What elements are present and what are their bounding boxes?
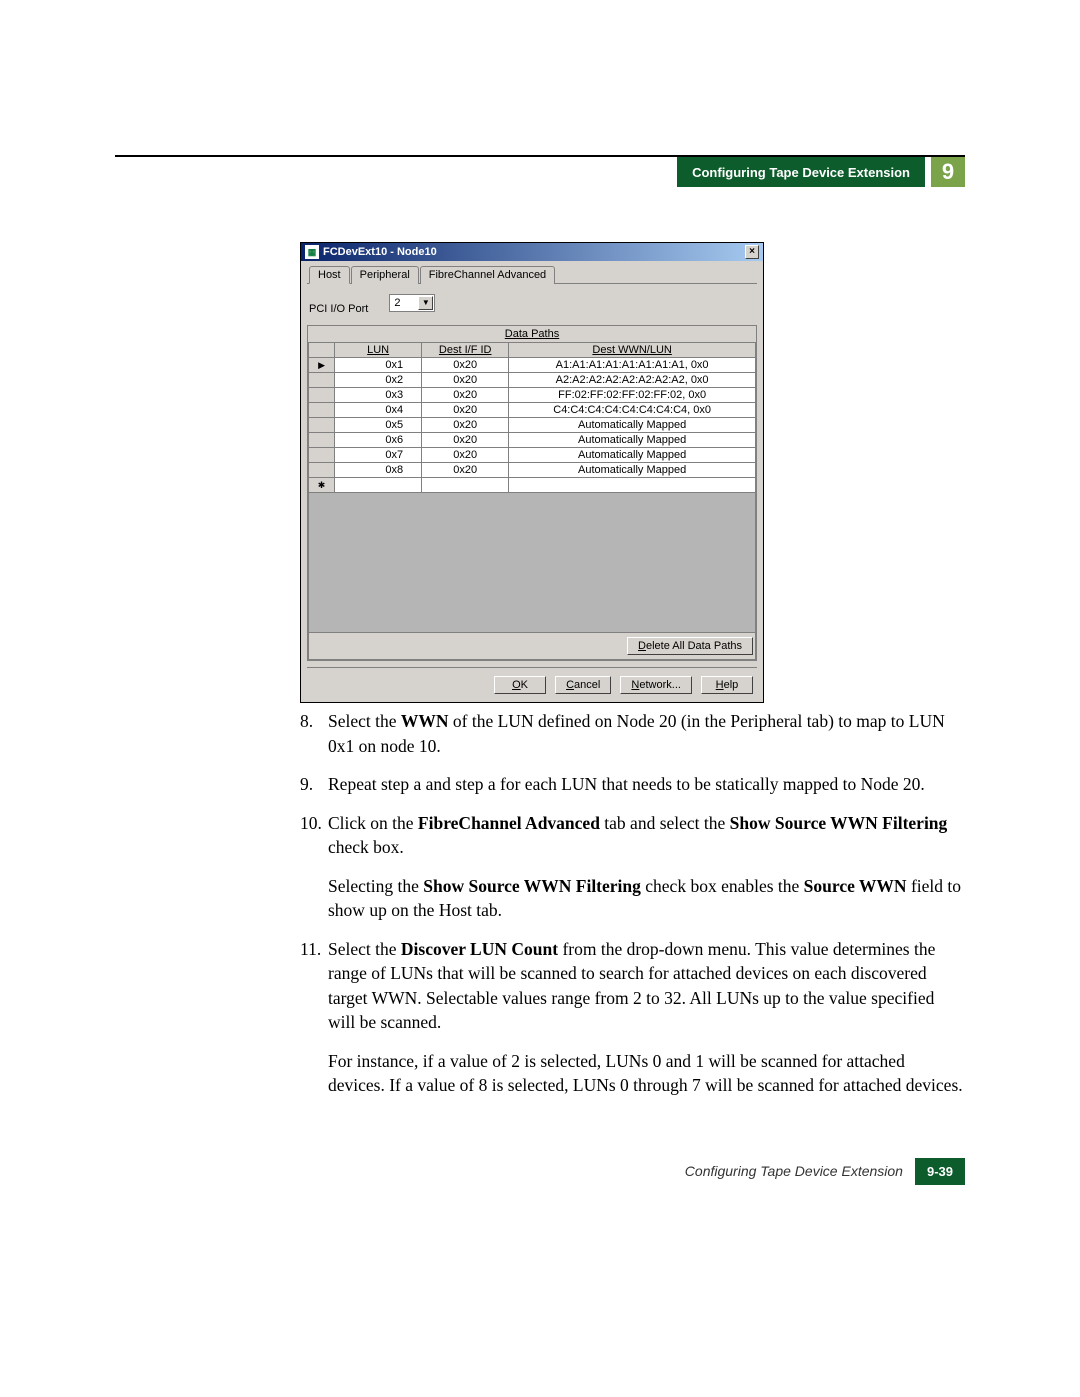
dialog-titlebar: ▦ FCDevExt10 - Node10 × [301, 243, 763, 261]
new-row-icon [309, 478, 335, 493]
pci-port-value: 2 [394, 297, 400, 309]
table-row[interactable]: 0x70x20Automatically Mapped [309, 448, 756, 463]
step-text: Click on the FibreChannel Advanced tab a… [328, 811, 965, 860]
step-number: 10. [300, 811, 328, 923]
page-number: 9-39 [915, 1158, 965, 1185]
table-row[interactable]: 0x80x20Automatically Mapped [309, 463, 756, 478]
tab-fibrechannel-advanced[interactable]: FibreChannel Advanced [420, 266, 555, 284]
step-text: Repeat step a and step a for each LUN th… [328, 772, 925, 797]
step-text: Select the WWN of the LUN defined on Nod… [328, 709, 965, 758]
chevron-down-icon[interactable]: ▼ [418, 296, 433, 310]
pci-port-label: PCI I/O Port [309, 303, 368, 315]
dialog-button-row: OK Cancel Network... Help [307, 667, 757, 696]
step-text: Select the Discover LUN Count from the d… [328, 937, 965, 1035]
dialog-title: FCDevExt10 - Node10 [323, 246, 437, 258]
step-number: 8. [300, 709, 328, 758]
step-10: 10. Click on the FibreChannel Advanced t… [300, 811, 965, 923]
header-chapter-number: 9 [931, 157, 965, 187]
step-number: 11. [300, 937, 328, 1098]
step-8: 8. Select the WWN of the LUN defined on … [300, 709, 965, 758]
close-icon[interactable]: × [745, 245, 759, 259]
step-text: Selecting the Show Source WWN Filtering … [328, 874, 965, 923]
col-dest-wwn-lun: Dest WWN/LUN [509, 343, 756, 358]
table-row[interactable]: 0x10x20A1:A1:A1:A1:A1:A1:A1:A1, 0x0 [309, 358, 756, 373]
table-new-row[interactable] [309, 478, 756, 493]
table-row[interactable]: 0x50x20Automatically Mapped [309, 418, 756, 433]
pci-row: PCI I/O Port 2 ▼ [309, 294, 755, 315]
delete-all-data-paths-button[interactable]: Delete All Data Paths [627, 637, 753, 655]
cancel-button[interactable]: Cancel [555, 676, 611, 694]
tab-row: Host Peripheral FibreChannel Advanced [307, 265, 757, 284]
header-section-title: Configuring Tape Device Extension [677, 157, 925, 187]
table-row[interactable]: 0x20x20A2:A2:A2:A2:A2:A2:A2:A2, 0x0 [309, 373, 756, 388]
dialog-body: Host Peripheral FibreChannel Advanced PC… [301, 261, 763, 702]
tab-peripheral[interactable]: Peripheral [351, 266, 419, 284]
content-block: ▦ FCDevExt10 - Node10 × Host Peripheral … [300, 242, 965, 1098]
dialog-window: ▦ FCDevExt10 - Node10 × Host Peripheral … [300, 242, 764, 703]
pci-port-select[interactable]: 2 ▼ [389, 294, 435, 312]
step-number: 9. [300, 772, 328, 797]
table-row[interactable]: 0x40x20C4:C4:C4:C4:C4:C4:C4:C4, 0x0 [309, 403, 756, 418]
table-row[interactable]: 0x30x20FF:02:FF:02:FF:02:FF:02, 0x0 [309, 388, 756, 403]
tab-host[interactable]: Host [309, 266, 350, 284]
col-lun: LUN [335, 343, 422, 358]
data-paths-panel: Data Paths LUN Dest I/F ID Dest WWN/LUN … [307, 325, 757, 661]
step-11: 11. Select the Discover LUN Count from t… [300, 937, 965, 1098]
data-paths-title: Data Paths [308, 326, 756, 342]
help-button[interactable]: Help [701, 676, 753, 694]
row-pointer-icon [309, 358, 335, 373]
col-dest-ifid: Dest I/F ID [422, 343, 509, 358]
table-row[interactable]: 0x60x20Automatically Mapped [309, 433, 756, 448]
app-icon: ▦ [305, 245, 319, 259]
ok-button[interactable]: OK [494, 676, 546, 694]
network-button[interactable]: Network... [620, 676, 692, 694]
footer-section-title: Configuring Tape Device Extension [685, 1163, 903, 1179]
step-9: 9. Repeat step a and step a for each LUN… [300, 772, 965, 797]
data-paths-table: LUN Dest I/F ID Dest WWN/LUN 0x10x20A1:A… [308, 342, 756, 493]
page-footer: Configuring Tape Device Extension 9-39 [115, 1158, 965, 1185]
header-bar: Configuring Tape Device Extension 9 [115, 157, 965, 187]
table-header-row: LUN Dest I/F ID Dest WWN/LUN [309, 343, 756, 358]
page: Configuring Tape Device Extension 9 ▦ FC… [0, 0, 1080, 1245]
instruction-list: 8. Select the WWN of the LUN defined on … [300, 709, 965, 1098]
delete-row: Delete All Data Paths [308, 633, 756, 660]
grid-empty-area [308, 493, 756, 633]
step-text: For instance, if a value of 2 is selecte… [328, 1049, 965, 1098]
